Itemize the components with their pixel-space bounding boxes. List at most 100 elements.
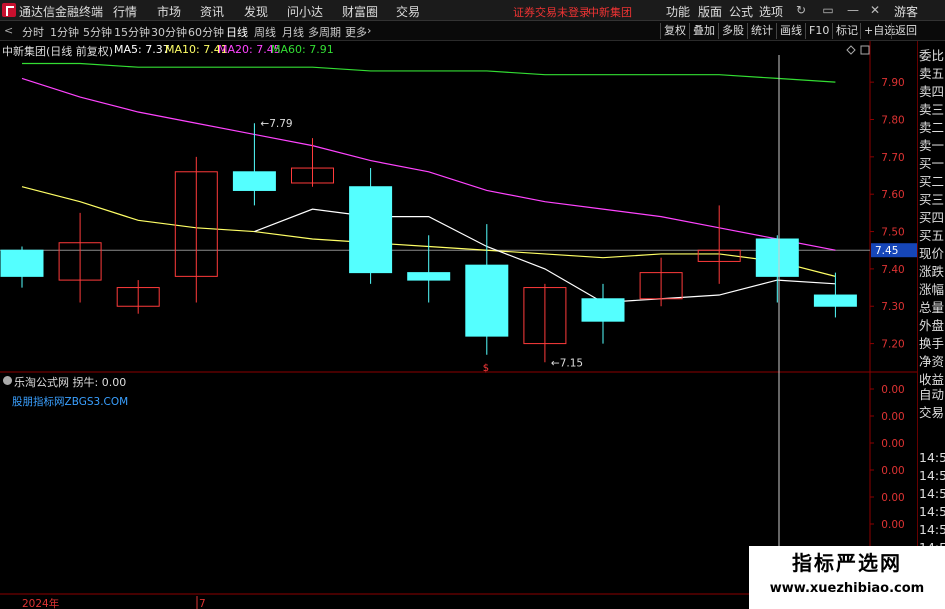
indicator-tick-label: 0.00 — [881, 411, 904, 423]
chevron-right-icon[interactable]: › — [367, 24, 371, 37]
order-book-label: 涨幅 — [919, 282, 945, 297]
price-tick-label: 7.50 — [881, 227, 904, 239]
ma60-label: MA60: 7.91 — [271, 43, 334, 56]
menu-discover[interactable]: 发现 — [244, 3, 268, 20]
date-month-label: 7 — [199, 598, 206, 609]
event-marker: $ — [483, 363, 489, 374]
tab-period-60min[interactable]: 60分钟 — [188, 24, 224, 40]
order-book-label: 涨跌 — [919, 264, 945, 279]
candle-body — [407, 272, 451, 281]
order-book-label: 卖四 — [919, 84, 945, 99]
indicator-toggle-icon[interactable] — [3, 376, 12, 385]
tab-period-5min[interactable]: 5分钟 — [83, 24, 112, 40]
tab-period-more[interactable]: 更多 — [345, 24, 367, 40]
watermark-url-box: www.xuezhibiao.com — [749, 573, 945, 609]
menu-trade[interactable]: 交易 — [396, 3, 420, 20]
ma20-line — [21, 77, 836, 251]
ma60-line — [22, 62, 836, 83]
watermark-title: 指标严选网 — [792, 551, 902, 575]
tab-period-fenshi[interactable]: 分时 — [22, 24, 44, 40]
candlestick-chart[interactable]: 7.90 7.80 7.70 7.60 7.50 7.40 7.30 7.20 7.45 ←7.7… — [0, 41, 917, 609]
tab-period-week[interactable]: 周线 — [254, 24, 276, 40]
guest-label[interactable]: 游客 — [894, 3, 918, 20]
indicator-tick-label: 0.00 — [881, 492, 904, 504]
order-book-label: 交易 — [919, 405, 945, 420]
order-book-label: 14:56 — [919, 468, 945, 483]
menu-layout[interactable]: 版面 — [698, 3, 722, 20]
tab-period-1min[interactable]: 1分钟 — [50, 24, 79, 40]
login-notice[interactable]: 证券交易未登录 — [513, 4, 590, 20]
watermark-banner: 指标严选网 — [749, 546, 945, 575]
ma-header: 中新集团(日线 前复权) MA5: 7.37 MA10: 7.41 MA20: … — [0, 42, 870, 58]
indicator-name: 乐淘公式网 拐牛: 0.00 — [14, 376, 127, 389]
mark-button[interactable]: 标记 — [832, 23, 861, 39]
order-book-label: 卖三 — [919, 102, 945, 117]
price-tick-label: 7.90 — [881, 77, 904, 89]
refresh-icon[interactable]: ↻ — [793, 2, 809, 18]
high-price-label: ←7.79 — [260, 118, 292, 130]
ma5-label: MA5: 7.37 — [114, 43, 170, 56]
order-book-label: 买一 — [919, 156, 945, 171]
watermark-url: www.xuezhibiao.com — [769, 581, 925, 596]
menu-function[interactable]: 功能 — [666, 3, 690, 20]
indicator-tick-label: 0.00 — [881, 519, 904, 531]
order-book-label: 买四 — [919, 210, 945, 225]
chart-title: 中新集团(日线 前复权) — [2, 45, 114, 58]
order-book-label: 总量 — [919, 300, 945, 315]
tab-period-15min[interactable]: 15分钟 — [114, 24, 150, 40]
period-toolbar: < 分时 1分钟 5分钟 15分钟 30分钟 60分钟 日线 周线 月线 多周期… — [0, 21, 945, 41]
candle-body — [813, 294, 857, 307]
formula-site-link[interactable]: 股朋指标网ZBGS3.COM — [12, 394, 128, 409]
restore-icon[interactable]: ▭ — [820, 2, 836, 18]
candle-body — [232, 171, 276, 191]
menu-bar: 通达信金融终端 行情 市场 资讯 发现 问小达 财富圈 交易 证券交易未登录 中… — [0, 0, 945, 21]
draw-line-button[interactable]: 画线 — [776, 23, 805, 39]
order-book-label: 自动 — [919, 387, 945, 402]
statistics-button[interactable]: 统计 — [747, 23, 776, 39]
price-tick-label: 7.40 — [881, 264, 904, 276]
order-book-label: 现价 — [919, 246, 945, 261]
order-book-label: 14:56 — [919, 486, 945, 501]
candle-body — [0, 249, 44, 277]
overlay-button[interactable]: 叠加 — [689, 23, 718, 39]
candle-body — [581, 298, 625, 322]
current-price-label: 7.45 — [875, 245, 898, 257]
multi-stock-button[interactable]: 多股 — [718, 23, 747, 39]
price-tick-label: 7.70 — [881, 152, 904, 164]
order-book-label: 净资 — [919, 354, 945, 369]
candle-body — [465, 264, 509, 337]
order-book-label: 买三 — [919, 192, 945, 207]
order-book-label: 买二 — [919, 174, 945, 189]
tab-period-day[interactable]: 日线 — [226, 24, 248, 40]
app-title: 通达信金融终端 — [19, 5, 104, 19]
order-book-label: 14:56 — [919, 522, 945, 537]
order-book-label: 买五 — [919, 228, 945, 243]
candle-body — [349, 186, 393, 274]
chevron-left-icon[interactable]: < — [4, 24, 13, 37]
indicator-tick-label: 0.00 — [881, 384, 904, 396]
order-book-label: 14:56 — [919, 504, 945, 519]
order-book-label: 卖一 — [919, 138, 945, 153]
menu-ask[interactable]: 问小达 — [287, 3, 323, 20]
tab-period-month[interactable]: 月线 — [282, 24, 304, 40]
f10-button[interactable]: F10 — [805, 23, 832, 39]
menu-news[interactable]: 资讯 — [200, 3, 224, 20]
indicator-tick-label: 0.00 — [881, 465, 904, 477]
menu-formula[interactable]: 公式 — [729, 3, 753, 20]
price-tick-label: 7.30 — [881, 301, 904, 313]
tab-period-30min[interactable]: 30分钟 — [151, 24, 187, 40]
price-tick-label: 7.60 — [881, 189, 904, 201]
minimize-icon[interactable]: — — [845, 2, 861, 18]
back-button[interactable]: 返回 — [891, 23, 920, 39]
order-book-label: 外盘 — [919, 318, 945, 333]
menu-market-quotes[interactable]: 行情 — [113, 3, 137, 20]
menu-wealth[interactable]: 财富圈 — [342, 3, 378, 20]
adjust-button[interactable]: 复权 — [660, 23, 689, 39]
menu-market[interactable]: 市场 — [157, 3, 181, 20]
close-icon[interactable]: ✕ — [867, 2, 883, 18]
tab-period-multi[interactable]: 多周期 — [308, 24, 341, 40]
menu-options[interactable]: 选项 — [759, 3, 783, 20]
indicator-tick-label: 0.00 — [881, 438, 904, 450]
order-book-panel: 委比 卖五 卖四 卖三 卖二 卖一 买一 买二 买三 买四 买五 现价 涨跌 涨幅 总量 外盘 换手 净资 收益 自动… — [917, 41, 945, 609]
price-tick-label: 7.20 — [881, 339, 904, 351]
